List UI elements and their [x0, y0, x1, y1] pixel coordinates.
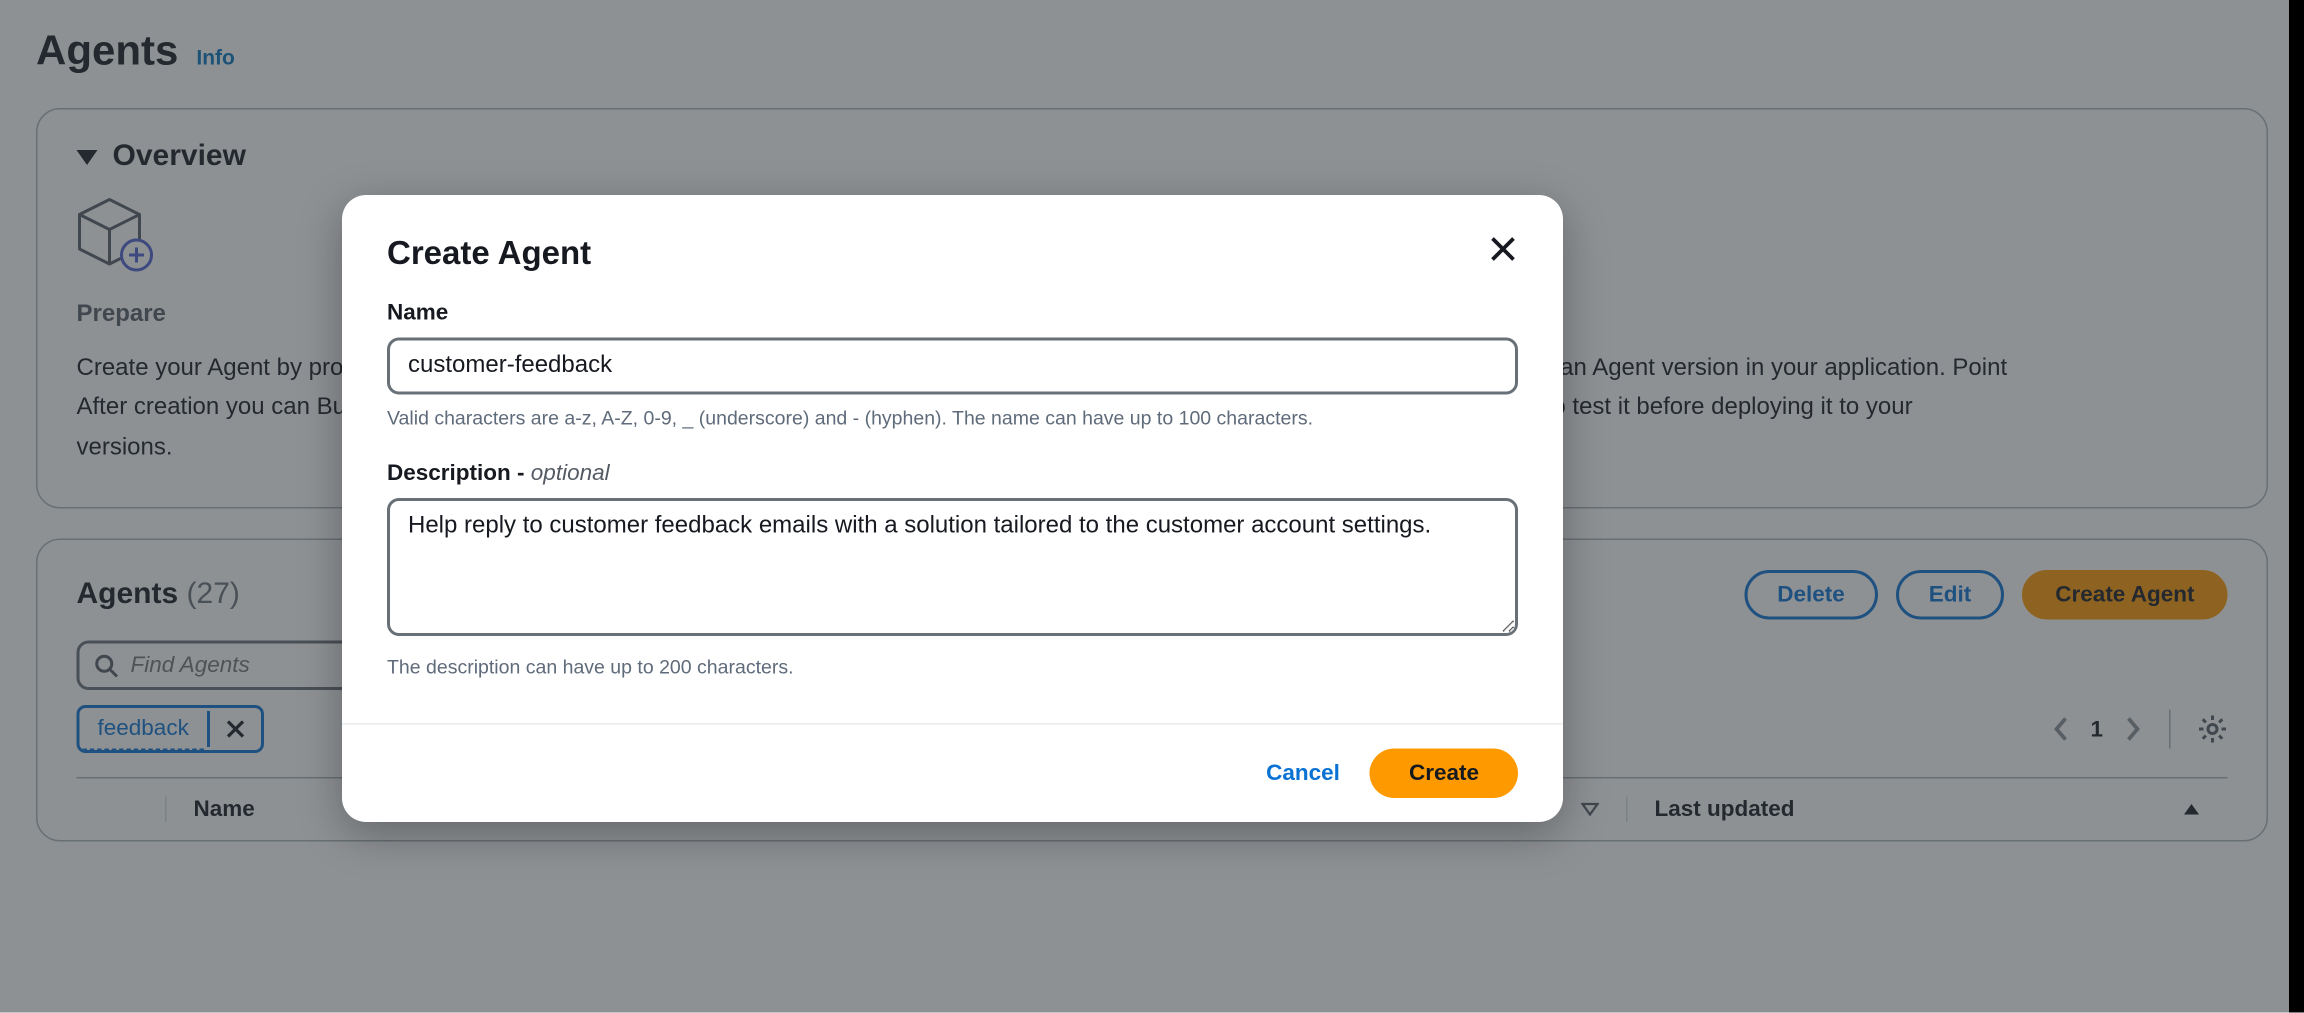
create-agent-modal: Create Agent Name Valid characters are a… [342, 195, 1563, 822]
description-help-text: The description can have up to 200 chara… [387, 652, 1518, 681]
name-input[interactable] [387, 338, 1518, 395]
description-label: Description - optional [387, 460, 1518, 486]
name-label: Name [387, 300, 1518, 326]
cancel-button[interactable]: Cancel [1266, 761, 1340, 787]
description-textarea[interactable] [387, 497, 1518, 635]
close-icon [1488, 234, 1518, 264]
create-button[interactable]: Create [1370, 749, 1518, 799]
modal-footer: Cancel Create [342, 723, 1563, 822]
modal-title: Create Agent [387, 234, 591, 273]
name-help-text: Valid characters are a-z, A-Z, 0-9, _ (u… [387, 404, 1518, 433]
modal-close-button[interactable] [1488, 234, 1518, 272]
right-black-edge [2289, 0, 2304, 1013]
name-field-block: Name Valid characters are a-z, A-Z, 0-9,… [387, 300, 1518, 433]
description-field-block: Description - optional The description c… [387, 460, 1518, 681]
